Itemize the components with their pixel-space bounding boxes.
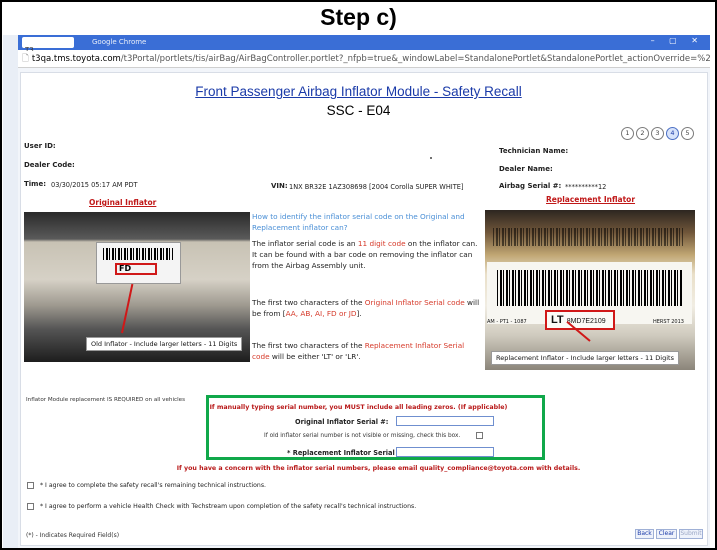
p2-codes: AA, AB, AI, FD or JD [285, 309, 357, 318]
p1-a: The inflator serial code is an [252, 239, 358, 248]
right-code: HERST 2013 [653, 319, 684, 325]
back-button[interactable]: Back [635, 529, 654, 539]
replacement-required-note: Inflator Module replacement IS REQUIRED … [26, 397, 185, 403]
agree-health-check-label: * I agree to perform a vehicle Health Ch… [40, 503, 417, 510]
p3-b: will be either 'LT' or 'LR'. [269, 352, 361, 361]
window-controls[interactable]: – ▢ ✕ [651, 36, 704, 45]
url-host: t3qa.tms.toyota.com [31, 54, 121, 64]
airbag-serial-value: **********12 [565, 183, 607, 191]
page-icon: 🗋 [22, 54, 29, 64]
replacement-code-highlight: LT 8MD7E2109 [545, 310, 615, 330]
replacement-barcode [497, 270, 682, 306]
left-code: AM - PT1 - 1087 [487, 319, 527, 325]
agree-complete-label: * I agree to complete the safety recall'… [40, 482, 267, 489]
time-value: 03/30/2015 05:17 AM PDT [51, 181, 138, 189]
highlight-box [206, 395, 545, 460]
address-bar[interactable]: 🗋 t3qa.tms.toyota.com/t3Portal/portlets/t… [18, 51, 710, 68]
replacement-inflator-link[interactable]: Replacement Inflator [546, 195, 635, 204]
replacement-inflator-photo: AM - PT1 - 1087 HERST 2013 LT 8MD7E2109 [485, 210, 695, 370]
info-question: How to identify the inflator serial code… [252, 211, 484, 233]
info-paragraph-3: The first two characters of the Replacem… [252, 340, 484, 362]
step-1[interactable]: 1 [621, 127, 634, 140]
step-5[interactable]: 5 [681, 127, 694, 140]
p2-a: The first two characters of the [252, 298, 365, 307]
step-2[interactable]: 2 [636, 127, 649, 140]
info-paragraph-2: The first two characters of the Original… [252, 297, 484, 319]
step-indicator: 1 2 3 4 5 [621, 127, 694, 140]
technician-label: Technician Name: [499, 147, 569, 155]
separator-dot [430, 157, 432, 159]
code-prefix: LT [551, 314, 564, 326]
step-3[interactable]: 3 [651, 127, 664, 140]
dealer-name-label: Dealer Name: [499, 165, 553, 173]
replacement-caption: Replacement Inflator - Include larger le… [491, 351, 679, 365]
step-4[interactable]: 4 [666, 127, 679, 140]
step-title: Step c) [320, 4, 397, 30]
original-code-highlight: FD [115, 263, 157, 275]
info-paragraph-1: The inflator serial code is an 11 digit … [252, 238, 484, 271]
original-inflator-link[interactable]: Original Inflator [89, 198, 156, 207]
concern-email-note: If you have a concern with the inflator … [176, 465, 581, 472]
agree-complete-checkbox[interactable] [27, 482, 34, 489]
top-barcode [493, 228, 683, 246]
page-title: Front Passenger Airbag Inflator Module -… [195, 84, 522, 99]
airbag-serial-label: Airbag Serial #: [499, 182, 562, 190]
user-id-label: User ID: [24, 142, 56, 150]
vin-value: 1NX BR32E 1AZ308698 [2004 Corolla SUPER … [289, 183, 464, 191]
page-subtitle: SSC - E04 [326, 103, 391, 118]
code-rest: 8MD7E2109 [566, 318, 606, 325]
vin-label: VIN: [271, 182, 288, 190]
barcode [103, 248, 173, 260]
app-title: Google Chrome [92, 38, 147, 46]
time-label: Time: [24, 180, 47, 188]
clear-button[interactable]: Clear [656, 529, 677, 539]
browser-tab[interactable]: T3 [22, 37, 74, 54]
inflator-label-sticker: FD [96, 242, 181, 284]
submit-button[interactable]: Submit [679, 529, 703, 539]
p2-highlight: Original Inflator Serial code [364, 298, 465, 307]
dealer-code-label: Dealer Code: [24, 161, 75, 169]
p3-a: The first two characters of the [252, 341, 365, 350]
browser-titlebar: T3 Google Chrome – ▢ ✕ [18, 35, 710, 54]
info-question-text: How to identify the inflator serial code… [252, 212, 465, 232]
agree-health-check-checkbox[interactable] [27, 503, 34, 510]
url-path: /t3Portal/portlets/tis/airBag/AirBagCont… [120, 54, 710, 64]
required-fields-note: (*) - Indicates Required Field(s) [26, 532, 120, 539]
original-caption: Old Inflator - Include larger letters - … [86, 337, 243, 351]
p2-c: ]. [356, 309, 362, 318]
p1-highlight: 11 digit code [357, 239, 406, 248]
